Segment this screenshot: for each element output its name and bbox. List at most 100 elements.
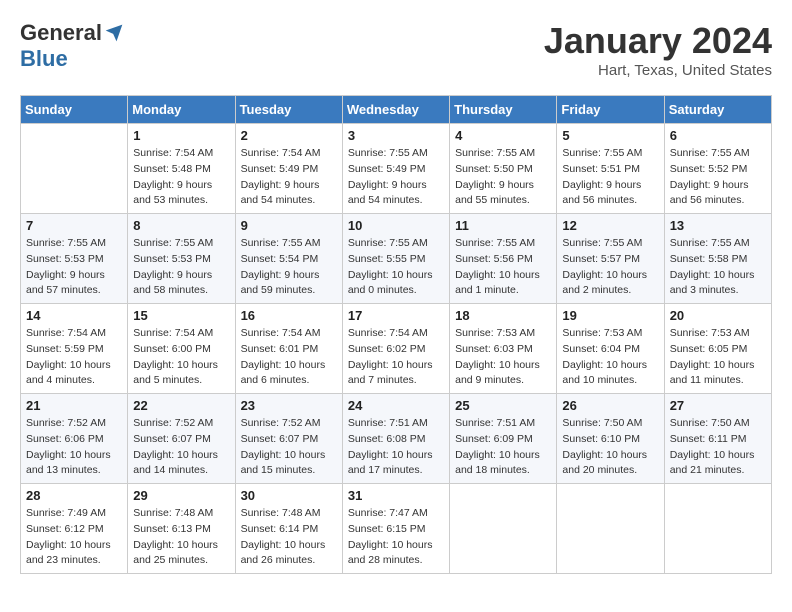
calendar-header-monday: Monday — [128, 96, 235, 124]
day-number: 9 — [241, 218, 337, 233]
day-number: 6 — [670, 128, 766, 143]
day-info: Sunrise: 7:54 AMSunset: 5:49 PMDaylight:… — [241, 146, 337, 209]
day-info: Sunrise: 7:52 AMSunset: 6:07 PMDaylight:… — [241, 416, 337, 479]
day-info: Sunrise: 7:55 AMSunset: 5:54 PMDaylight:… — [241, 236, 337, 299]
day-info: Sunrise: 7:48 AMSunset: 6:14 PMDaylight:… — [241, 506, 337, 569]
day-info: Sunrise: 7:49 AMSunset: 6:12 PMDaylight:… — [26, 506, 122, 569]
day-info: Sunrise: 7:54 AMSunset: 5:48 PMDaylight:… — [133, 146, 229, 209]
day-info: Sunrise: 7:50 AMSunset: 6:11 PMDaylight:… — [670, 416, 766, 479]
calendar-cell: 6 Sunrise: 7:55 AMSunset: 5:52 PMDaylight… — [664, 124, 771, 214]
day-number: 20 — [670, 308, 766, 323]
day-info: Sunrise: 7:55 AMSunset: 5:57 PMDaylight:… — [562, 236, 658, 299]
day-info: Sunrise: 7:48 AMSunset: 6:13 PMDaylight:… — [133, 506, 229, 569]
calendar-cell: 12Sunrise: 7:55 AMSunset: 5:57 PMDayligh… — [557, 214, 664, 304]
calendar-cell: 7 Sunrise: 7:55 AMSunset: 5:53 PMDaylight… — [21, 214, 128, 304]
calendar-cell: 3 Sunrise: 7:55 AMSunset: 5:49 PMDaylight… — [342, 124, 449, 214]
calendar-week-row: 1Sunrise: 7:54 AMSunset: 5:48 PMDaylight… — [21, 124, 772, 214]
month-title: January 2024 — [544, 20, 772, 62]
day-info: Sunrise: 7:55 AMSunset: 5:56 PMDaylight:… — [455, 236, 551, 299]
calendar-cell: 26 Sunrise: 7:50 AMSunset: 6:10 PMDayligh… — [557, 394, 664, 484]
day-info: Sunrise: 7:55 AMSunset: 5:49 PMDaylight:… — [348, 146, 444, 209]
calendar-header-saturday: Saturday — [664, 96, 771, 124]
calendar-cell — [450, 484, 557, 574]
calendar-cell: 11 Sunrise: 7:55 AMSunset: 5:56 PMDayligh… — [450, 214, 557, 304]
day-number: 19 — [562, 308, 658, 323]
day-number: 30 — [241, 488, 337, 503]
day-info: Sunrise: 7:54 AMSunset: 6:01 PMDaylight:… — [241, 326, 337, 389]
logo-blue-text: Blue — [20, 46, 68, 72]
title-block: January 2024 Hart, Texas, United States — [544, 20, 772, 79]
day-info: Sunrise: 7:55 AMSunset: 5:50 PMDaylight:… — [455, 146, 551, 209]
day-number: 7 — [26, 218, 122, 233]
calendar-cell — [664, 484, 771, 574]
calendar-cell: 13 Sunrise: 7:55 AMSunset: 5:58 PMDayligh… — [664, 214, 771, 304]
day-info: Sunrise: 7:53 AMSunset: 6:05 PMDaylight:… — [670, 326, 766, 389]
day-number: 23 — [241, 398, 337, 413]
calendar-week-row: 21 Sunrise: 7:52 AMSunset: 6:06 PMDayligh… — [21, 394, 772, 484]
calendar-cell: 21 Sunrise: 7:52 AMSunset: 6:06 PMDayligh… — [21, 394, 128, 484]
day-number: 5 — [562, 128, 658, 143]
calendar-cell: 9 Sunrise: 7:55 AMSunset: 5:54 PMDaylight… — [235, 214, 342, 304]
calendar-header-sunday: Sunday — [21, 96, 128, 124]
day-number: 27 — [670, 398, 766, 413]
calendar-cell: 31 Sunrise: 7:47 AMSunset: 6:15 PMDayligh… — [342, 484, 449, 574]
calendar-cell: 1Sunrise: 7:54 AMSunset: 5:48 PMDaylight… — [128, 124, 235, 214]
calendar-week-row: 28 Sunrise: 7:49 AMSunset: 6:12 PMDayligh… — [21, 484, 772, 574]
calendar-cell: 8 Sunrise: 7:55 AMSunset: 5:53 PMDaylight… — [128, 214, 235, 304]
day-info: Sunrise: 7:53 AMSunset: 6:03 PMDaylight:… — [455, 326, 551, 389]
day-info: Sunrise: 7:51 AMSunset: 6:08 PMDaylight:… — [348, 416, 444, 479]
calendar-cell: 25Sunrise: 7:51 AMSunset: 6:09 PMDayligh… — [450, 394, 557, 484]
day-number: 4 — [455, 128, 551, 143]
day-info: Sunrise: 7:54 AMSunset: 6:02 PMDaylight:… — [348, 326, 444, 389]
logo-general-text: General — [20, 20, 102, 46]
day-number: 17 — [348, 308, 444, 323]
day-number: 10 — [348, 218, 444, 233]
day-number: 8 — [133, 218, 229, 233]
day-info: Sunrise: 7:55 AMSunset: 5:52 PMDaylight:… — [670, 146, 766, 209]
calendar-header-row: SundayMondayTuesdayWednesdayThursdayFrid… — [21, 96, 772, 124]
calendar-week-row: 14Sunrise: 7:54 AMSunset: 5:59 PMDayligh… — [21, 304, 772, 394]
day-number: 11 — [455, 218, 551, 233]
calendar-cell: 30 Sunrise: 7:48 AMSunset: 6:14 PMDayligh… — [235, 484, 342, 574]
calendar-cell: 19 Sunrise: 7:53 AMSunset: 6:04 PMDayligh… — [557, 304, 664, 394]
day-info: Sunrise: 7:55 AMSunset: 5:53 PMDaylight:… — [26, 236, 122, 299]
day-number: 3 — [348, 128, 444, 143]
calendar-cell: 5 Sunrise: 7:55 AMSunset: 5:51 PMDaylight… — [557, 124, 664, 214]
calendar-cell: 15Sunrise: 7:54 AMSunset: 6:00 PMDayligh… — [128, 304, 235, 394]
calendar-cell: 4 Sunrise: 7:55 AMSunset: 5:50 PMDaylight… — [450, 124, 557, 214]
calendar-cell: 17 Sunrise: 7:54 AMSunset: 6:02 PMDayligh… — [342, 304, 449, 394]
calendar-cell: 24Sunrise: 7:51 AMSunset: 6:08 PMDayligh… — [342, 394, 449, 484]
day-number: 25 — [455, 398, 551, 413]
day-info: Sunrise: 7:50 AMSunset: 6:10 PMDaylight:… — [562, 416, 658, 479]
day-number: 21 — [26, 398, 122, 413]
calendar-cell — [21, 124, 128, 214]
day-number: 15 — [133, 308, 229, 323]
day-number: 31 — [348, 488, 444, 503]
calendar-cell — [557, 484, 664, 574]
day-number: 14 — [26, 308, 122, 323]
day-info: Sunrise: 7:55 AMSunset: 5:55 PMDaylight:… — [348, 236, 444, 299]
logo: General Blue — [20, 20, 124, 72]
calendar-header-thursday: Thursday — [450, 96, 557, 124]
day-number: 13 — [670, 218, 766, 233]
day-info: Sunrise: 7:52 AMSunset: 6:06 PMDaylight:… — [26, 416, 122, 479]
calendar-table: SundayMondayTuesdayWednesdayThursdayFrid… — [20, 95, 772, 574]
day-info: Sunrise: 7:47 AMSunset: 6:15 PMDaylight:… — [348, 506, 444, 569]
day-number: 28 — [26, 488, 122, 503]
day-info: Sunrise: 7:55 AMSunset: 5:51 PMDaylight:… — [562, 146, 658, 209]
day-number: 22 — [133, 398, 229, 413]
day-info: Sunrise: 7:53 AMSunset: 6:04 PMDaylight:… — [562, 326, 658, 389]
page-header: General Blue January 2024 Hart, Texas, U… — [20, 20, 772, 79]
day-number: 26 — [562, 398, 658, 413]
calendar-cell: 28 Sunrise: 7:49 AMSunset: 6:12 PMDayligh… — [21, 484, 128, 574]
day-number: 29 — [133, 488, 229, 503]
day-info: Sunrise: 7:52 AMSunset: 6:07 PMDaylight:… — [133, 416, 229, 479]
day-number: 18 — [455, 308, 551, 323]
calendar-cell: 20 Sunrise: 7:53 AMSunset: 6:05 PMDayligh… — [664, 304, 771, 394]
day-info: Sunrise: 7:55 AMSunset: 5:53 PMDaylight:… — [133, 236, 229, 299]
day-info: Sunrise: 7:55 AMSunset: 5:58 PMDaylight:… — [670, 236, 766, 299]
calendar-header-tuesday: Tuesday — [235, 96, 342, 124]
calendar-header-friday: Friday — [557, 96, 664, 124]
calendar-cell: 14Sunrise: 7:54 AMSunset: 5:59 PMDayligh… — [21, 304, 128, 394]
calendar-cell: 10 Sunrise: 7:55 AMSunset: 5:55 PMDayligh… — [342, 214, 449, 304]
